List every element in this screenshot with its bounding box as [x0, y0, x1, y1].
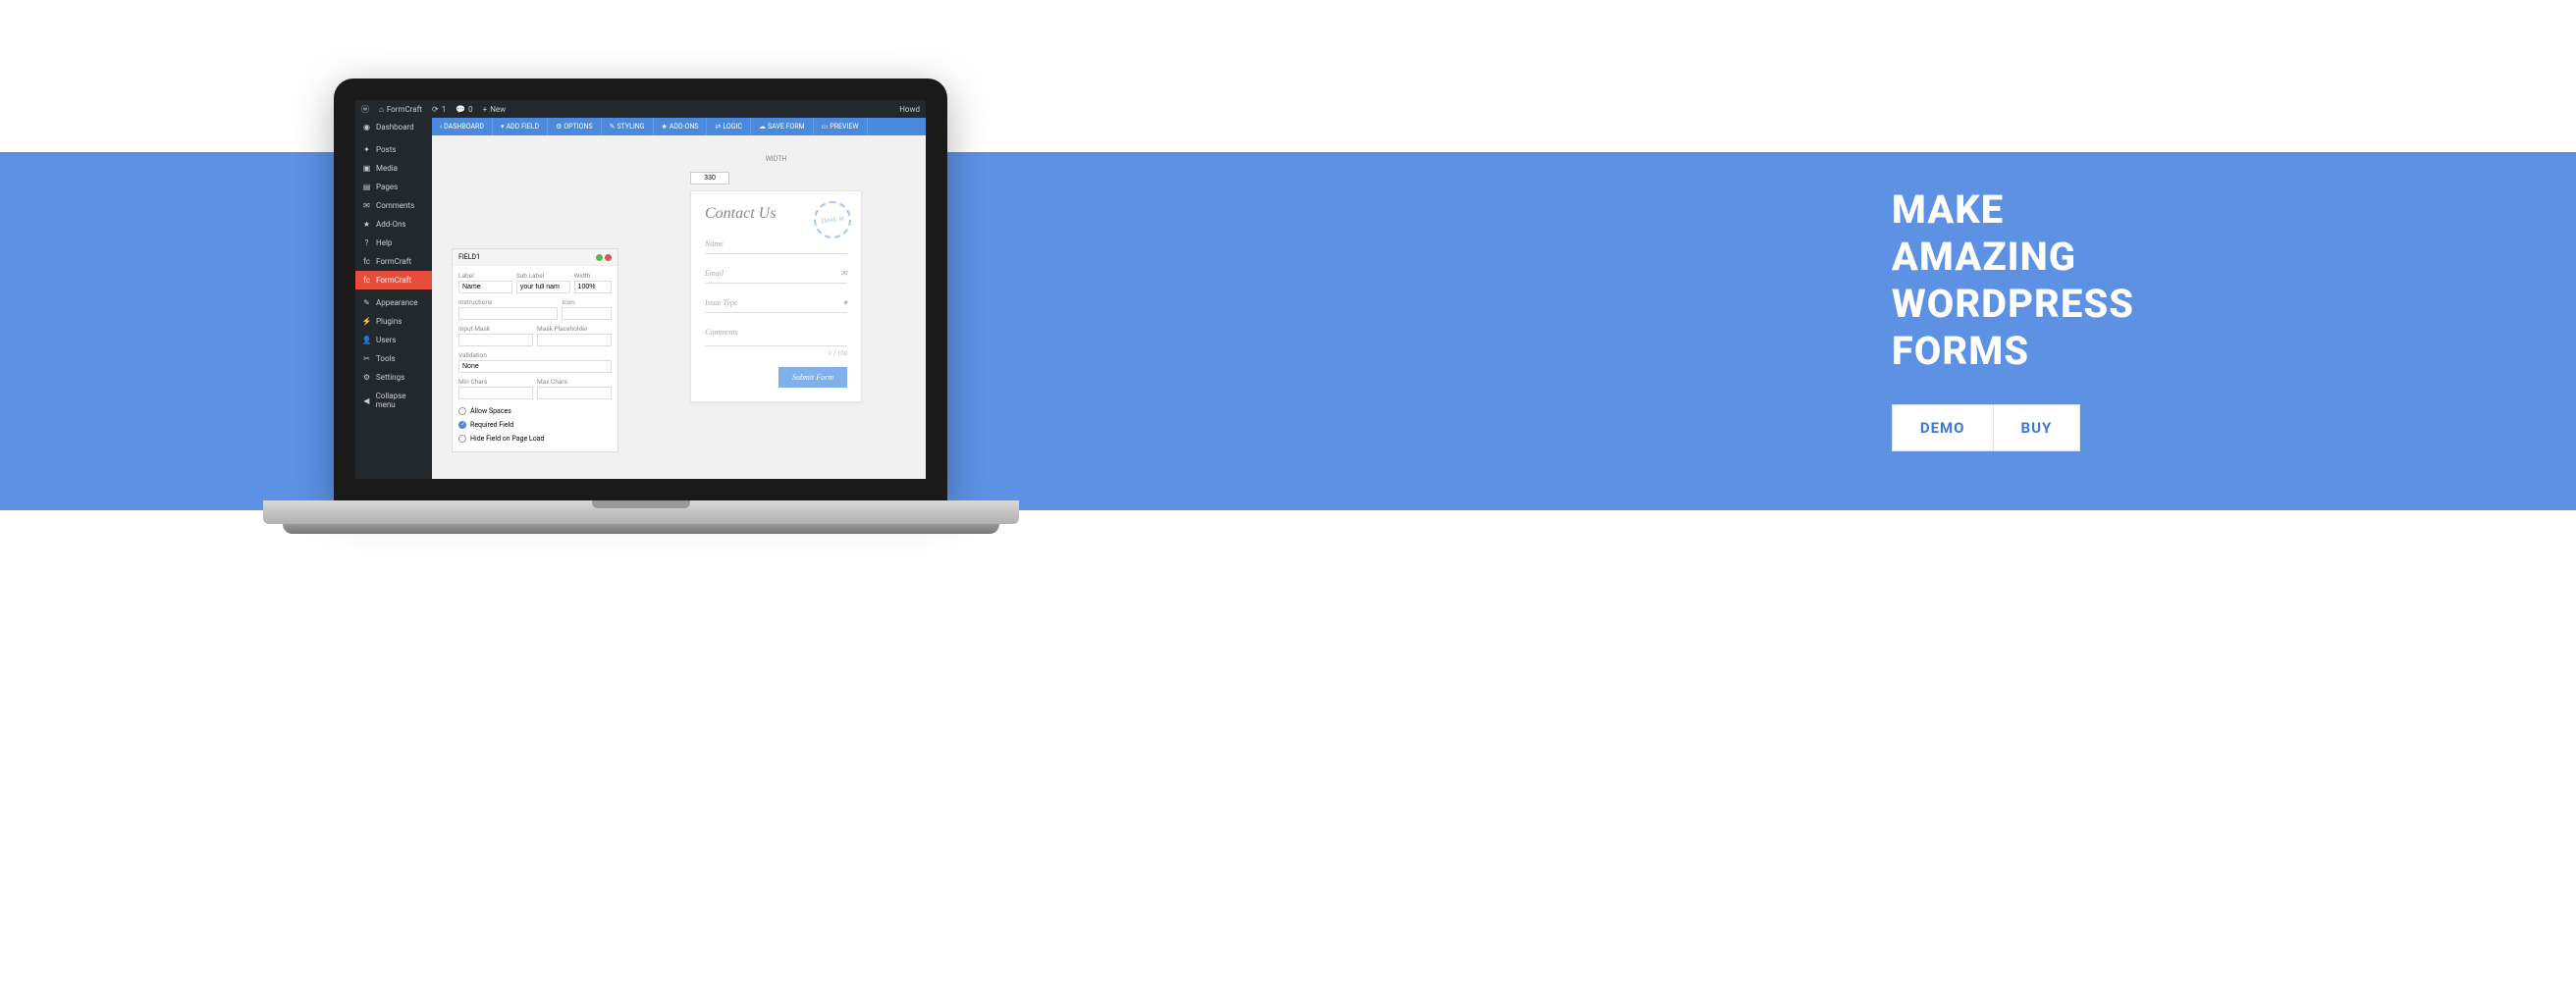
form-width-input[interactable]: [690, 172, 729, 184]
submit-button[interactable]: Submit Form: [778, 367, 847, 388]
demo-button[interactable]: DEMO: [1892, 404, 1994, 451]
plugin-icon: ⚡: [362, 317, 371, 326]
label-input[interactable]: [458, 281, 512, 293]
max-input[interactable]: [537, 387, 612, 399]
mask-input[interactable]: [458, 334, 533, 346]
instructions-input[interactable]: [458, 307, 558, 320]
sidebar-item-comments[interactable]: ✉Comments: [355, 196, 432, 215]
laptop-mockup: ⓦ ⌂ FormCraft ⟳ 1 💬 0 + New Howd ◉Dashbo…: [334, 79, 1019, 534]
width-label: Width: [574, 272, 612, 280]
label-label: Label: [458, 272, 512, 280]
site-home-link[interactable]: ⌂ FormCraft: [379, 105, 422, 114]
field-settings-panel: FIELD1 Label Sub Label Widt: [452, 248, 618, 452]
formcraft-icon: fc: [362, 276, 371, 285]
brush-icon: ✎: [362, 298, 371, 307]
sidebar-item-media[interactable]: ▣Media: [355, 159, 432, 178]
sidebar-item-formcraft-1[interactable]: fcFormCraft: [355, 252, 432, 271]
star-icon: ★: [362, 220, 371, 229]
required-option[interactable]: Required Field: [458, 418, 612, 432]
help-icon: ?: [362, 238, 371, 247]
hero-buttons: DEMO BUY: [1892, 404, 2134, 451]
tool-addons[interactable]: ★ ADD-ONS: [654, 118, 708, 135]
sidebar-item-tools[interactable]: ✂Tools: [355, 349, 432, 368]
chevron-down-icon: ▾: [843, 298, 847, 307]
email-field[interactable]: Email✉: [705, 264, 847, 284]
sublabel-label: Sub Label: [516, 272, 570, 280]
comment-icon: ✉: [362, 201, 371, 210]
validation-select[interactable]: None: [458, 360, 612, 373]
formcraft-icon: fc: [362, 257, 371, 266]
wp-admin-bar: ⓦ ⌂ FormCraft ⟳ 1 💬 0 + New Howd: [355, 100, 926, 118]
confirm-icon[interactable]: [596, 254, 603, 261]
updates-link[interactable]: ⟳ 1: [432, 105, 446, 114]
sidebar-collapse[interactable]: ◀Collapse menu: [355, 387, 432, 414]
tool-dashboard[interactable]: ‹ DASHBOARD: [432, 118, 493, 135]
hero-section: MAKE AMAZING WORDPRESS FORMS DEMO BUY: [1892, 186, 2134, 451]
field-panel-title: FIELD1: [458, 253, 480, 261]
tool-save[interactable]: ☁ SAVE FORM: [751, 118, 814, 135]
sidebar-item-dashboard[interactable]: ◉Dashboard: [355, 118, 432, 136]
form-card: EMAIL M Contact Us Name Email✉ Issue Typ…: [690, 190, 862, 402]
formcraft-toolbar: ‹ DASHBOARD ▾ ADD FIELD ⚙ OPTIONS ✎ STYL…: [432, 118, 926, 135]
wp-logo-icon[interactable]: ⓦ: [361, 104, 369, 115]
hero-heading: MAKE AMAZING WORDPRESS FORMS: [1892, 186, 2134, 375]
max-label: Max Chars: [537, 378, 612, 386]
new-link[interactable]: + New: [483, 105, 507, 114]
sidebar-item-settings[interactable]: ⚙Settings: [355, 368, 432, 387]
user-icon: 👤: [362, 336, 371, 344]
mask-label: Input Mask: [458, 325, 533, 333]
sidebar-item-help[interactable]: ?Help: [355, 234, 432, 252]
form-width-label: WIDTH: [690, 155, 862, 163]
form-preview: WIDTH EMAIL M Contact Us Name Email✉ Iss…: [690, 155, 862, 402]
collapse-icon: ◀: [362, 396, 371, 405]
delete-icon[interactable]: [605, 254, 612, 261]
hide-on-load-option[interactable]: Hide Field on Page Load: [458, 432, 612, 446]
instructions-label: Instructions: [458, 298, 558, 306]
media-icon: ▣: [362, 164, 371, 173]
char-counter: 0 / 100: [705, 350, 847, 357]
min-label: Min Chars: [458, 378, 533, 386]
comments-field[interactable]: Comments: [705, 323, 847, 346]
sidebar-item-users[interactable]: 👤Users: [355, 331, 432, 349]
width-input[interactable]: [574, 281, 612, 293]
sidebar-item-formcraft-active[interactable]: fcFormCraft: [355, 271, 432, 289]
tool-options[interactable]: ⚙ OPTIONS: [548, 118, 602, 135]
sublabel-input[interactable]: [516, 281, 570, 293]
sidebar-item-appearance[interactable]: ✎Appearance: [355, 293, 432, 312]
icon-label: Icon:: [562, 298, 612, 306]
wp-sidebar: ◉Dashboard ✦Posts ▣Media ▤Pages ✉Comment…: [355, 118, 432, 479]
min-input[interactable]: [458, 387, 533, 399]
page-icon: ▤: [362, 183, 371, 191]
pin-icon: ✦: [362, 145, 371, 154]
form-canvas: FIELD1 Label Sub Label Widt: [432, 135, 926, 479]
buy-button[interactable]: BUY: [1994, 404, 2081, 451]
tool-add-field[interactable]: ▾ ADD FIELD: [493, 118, 548, 135]
icon-input[interactable]: [562, 307, 612, 320]
mask-ph-input[interactable]: [537, 334, 612, 346]
sidebar-item-pages[interactable]: ▤Pages: [355, 178, 432, 196]
allow-spaces-option[interactable]: Allow Spaces: [458, 404, 612, 418]
sidebar-item-addons[interactable]: ★Add-Ons: [355, 215, 432, 234]
sidebar-item-plugins[interactable]: ⚡Plugins: [355, 312, 432, 331]
comments-link[interactable]: 💬 0: [456, 105, 472, 114]
wrench-icon: ✂: [362, 354, 371, 363]
validation-label: Validation: [458, 351, 612, 359]
tool-logic[interactable]: ⇄ LOGIC: [707, 118, 750, 135]
envelope-icon: ✉: [840, 269, 847, 278]
sidebar-item-posts[interactable]: ✦Posts: [355, 140, 432, 159]
dashboard-icon: ◉: [362, 123, 371, 131]
mask-ph-label: Mask Placeholder: [537, 325, 612, 333]
user-greeting[interactable]: Howd: [899, 105, 920, 114]
tool-styling[interactable]: ✎ STYLING: [602, 118, 654, 135]
gear-icon: ⚙: [362, 373, 371, 382]
issue-type-field[interactable]: Issue Type▾: [705, 293, 847, 313]
tool-preview[interactable]: ▭ PREVIEW: [814, 118, 868, 135]
